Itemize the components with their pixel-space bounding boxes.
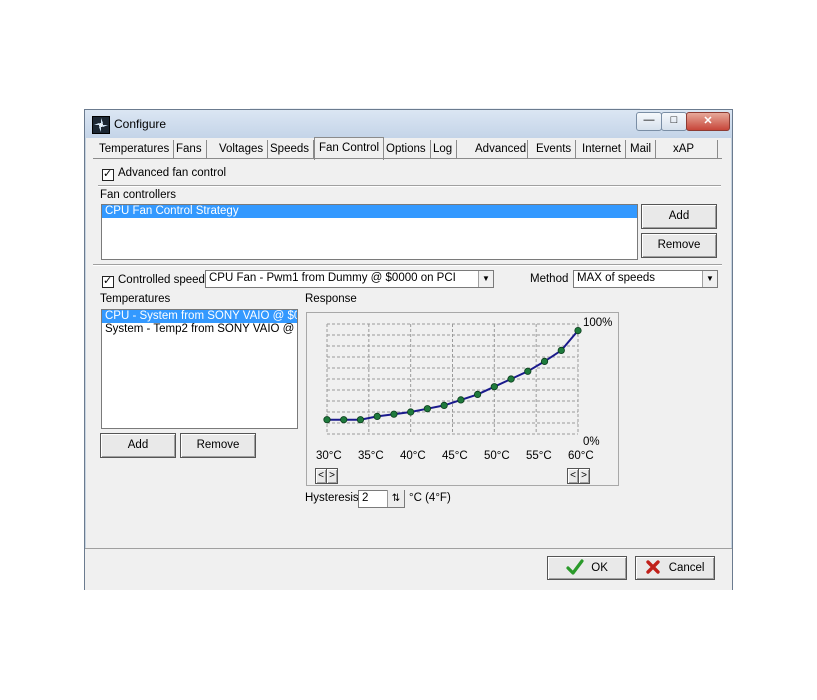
response-chart: 100% 0% 30°C 35°C 40°C 45°C 50°C 55°C 60…	[306, 312, 619, 486]
curve-point[interactable]	[390, 410, 398, 418]
close-button[interactable]: ✕	[686, 112, 730, 131]
tab-fan-control[interactable]: Fan Control	[314, 137, 385, 160]
controlled-speed-checkbox[interactable]	[102, 274, 114, 288]
configure-window: Configure — □ ✕ Temperatures Fans Voltag…	[84, 109, 733, 590]
x-min-increase-button[interactable]: >	[326, 468, 338, 484]
method-value: MAX of speeds	[577, 272, 655, 284]
controlled-speed-select[interactable]: CPU Fan - Pwm1 from Dummy @ $0000 on PCI…	[205, 270, 494, 288]
add-temperature-button[interactable]: Add	[100, 433, 176, 458]
ok-button[interactable]: OK	[547, 556, 627, 580]
list-item[interactable]: System - Temp2 from SONY VAIO @ $0000	[102, 323, 297, 336]
temperatures-list[interactable]: CPU - System from SONY VAIO @ $0000 Syst…	[101, 309, 298, 429]
spin-arrows-icon[interactable]: ⇅	[387, 490, 404, 507]
chevron-down-icon[interactable]: ▼	[702, 271, 717, 287]
check-icon	[566, 558, 584, 578]
curve-point[interactable]	[373, 412, 381, 421]
curve-point[interactable]	[474, 390, 482, 399]
x-tick-label: 30°C	[316, 450, 342, 462]
maximize-icon: □	[670, 114, 678, 126]
fan-controllers-list[interactable]: CPU Fan Control Strategy	[101, 204, 638, 260]
tab-voltages[interactable]: Voltages	[215, 140, 269, 159]
controlled-speed-value: CPU Fan - Pwm1 from Dummy @ $0000 on PCI	[209, 272, 456, 284]
separator	[98, 185, 721, 187]
chevron-down-icon[interactable]: ▼	[478, 271, 493, 287]
curve-point[interactable]	[490, 383, 498, 391]
curve-point[interactable]	[507, 375, 515, 383]
add-fan-controller-button[interactable]: Add	[641, 204, 717, 229]
ok-label: OK	[591, 562, 608, 574]
curve-point[interactable]	[457, 396, 465, 404]
dialog-footer: OK Cancel	[85, 548, 732, 590]
tab-mail[interactable]: Mail	[626, 140, 657, 159]
tab-events[interactable]: Events	[532, 140, 577, 159]
hysteresis-label: Hysteresis	[305, 492, 359, 504]
y-max-label: 100%	[583, 317, 613, 329]
tab-divider	[93, 158, 722, 159]
x-tick-label: 40°C	[400, 450, 426, 462]
x-tick-label: 45°C	[442, 450, 468, 462]
method-label: Method	[530, 273, 569, 285]
minimize-icon: —	[643, 114, 655, 126]
curve-point[interactable]	[440, 401, 448, 410]
title-bar[interactable]: Configure — □ ✕	[85, 110, 732, 138]
maximize-button[interactable]: □	[661, 112, 687, 131]
list-item[interactable]: CPU Fan Control Strategy	[102, 205, 637, 218]
tab-options[interactable]: Options	[382, 140, 431, 159]
cancel-label: Cancel	[668, 562, 705, 574]
advanced-fan-control-checkbox[interactable]	[102, 167, 114, 181]
fan-controllers-label: Fan controllers	[100, 189, 177, 201]
curve-point[interactable]	[407, 408, 415, 416]
curve-point[interactable]	[574, 327, 582, 335]
remove-temperature-button[interactable]: Remove	[180, 433, 256, 458]
tab-speeds[interactable]: Speeds	[266, 140, 315, 159]
x-tick-label: 55°C	[526, 450, 552, 462]
tab-advanced[interactable]: Advanced	[471, 140, 528, 159]
tab-fans[interactable]: Fans	[172, 140, 207, 159]
curve-point[interactable]	[356, 416, 365, 424]
tab-log[interactable]: Log	[429, 140, 458, 159]
curve-point[interactable]	[323, 416, 331, 424]
window-title: Configure	[114, 117, 167, 131]
app-fan-icon	[92, 116, 110, 134]
separator	[93, 264, 722, 266]
advanced-fan-control-label: Advanced fan control	[118, 167, 227, 179]
curve-point[interactable]	[423, 405, 432, 413]
cancel-button[interactable]: Cancel	[635, 556, 715, 580]
y-min-label: 0%	[583, 436, 600, 448]
x-max-increase-button[interactable]: >	[578, 468, 590, 484]
tab-internet[interactable]: Internet	[578, 140, 626, 159]
temperatures-label: Temperatures	[100, 293, 171, 305]
close-icon: ✕	[703, 115, 713, 127]
tab-xap[interactable]: xAP	[669, 140, 718, 159]
x-cross-icon	[645, 559, 661, 578]
hysteresis-unit: °C (4°F)	[409, 492, 451, 504]
hysteresis-value: 2	[362, 492, 369, 504]
tab-temperatures[interactable]: Temperatures	[95, 140, 175, 159]
minimize-button[interactable]: —	[636, 112, 662, 131]
controlled-speed-label: Controlled speed	[118, 274, 205, 286]
x-tick-label: 60°C	[568, 450, 594, 462]
curve-point[interactable]	[340, 416, 348, 424]
x-tick-label: 35°C	[358, 450, 384, 462]
response-label: Response	[305, 293, 357, 305]
curve-point[interactable]	[557, 346, 565, 355]
remove-fan-controller-button[interactable]: Remove	[641, 233, 717, 258]
x-tick-label: 50°C	[484, 450, 510, 462]
list-item[interactable]: CPU - System from SONY VAIO @ $0000	[102, 310, 297, 323]
curve-point[interactable]	[540, 357, 549, 366]
method-select[interactable]: MAX of speeds ▼	[573, 270, 718, 288]
hysteresis-spinner[interactable]: 2 ⇅	[358, 490, 405, 508]
curve-point[interactable]	[524, 367, 532, 375]
